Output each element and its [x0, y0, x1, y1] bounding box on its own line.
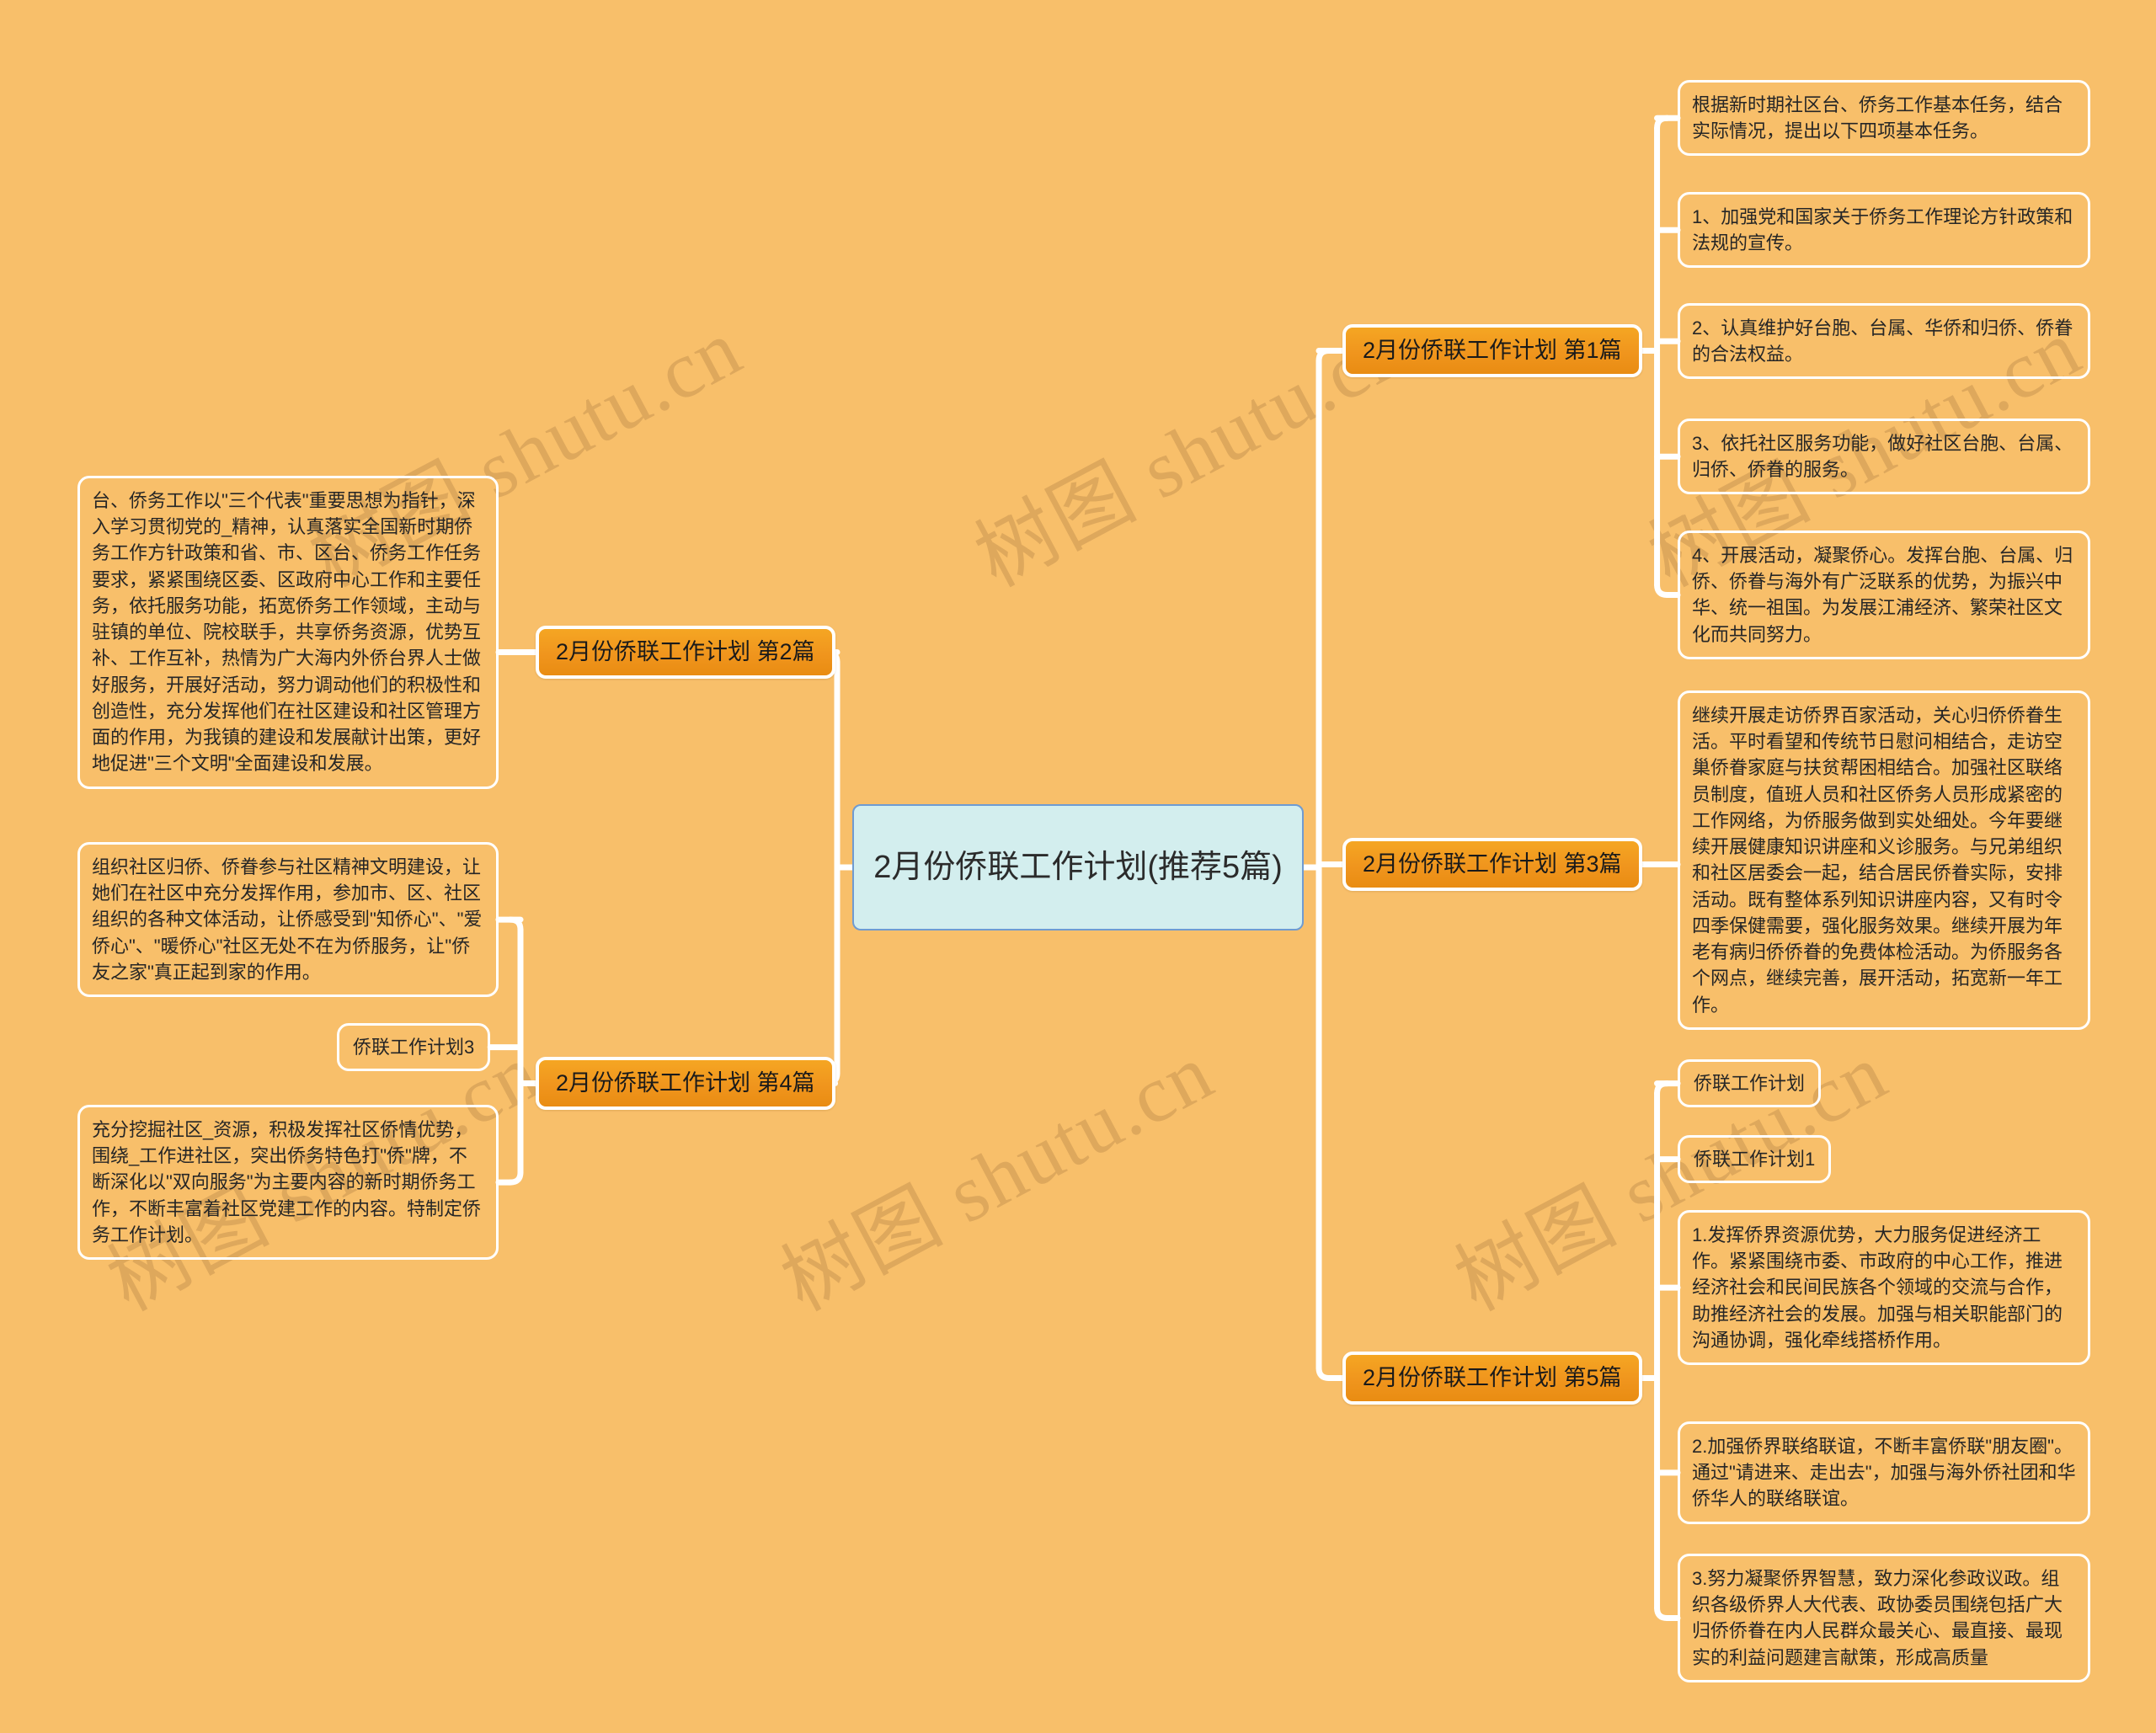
leaf-node[interactable]: 侨联工作计划: [1678, 1059, 1822, 1108]
branch-node-5[interactable]: 2月份侨联工作计划 第5篇: [1342, 1352, 1642, 1405]
leaf-node[interactable]: 组织社区归侨、侨眷参与社区精神文明建设，让她们在社区中充分发挥作用，参加市、区、…: [77, 842, 499, 998]
leaf-node[interactable]: 2、认真维护好台胞、台属、华侨和归侨、侨眷的合法权益。: [1678, 303, 2090, 380]
leaf-node[interactable]: 侨联工作计划3: [337, 1023, 491, 1072]
mindmap-canvas: 树图 shutu.cn 树图 shutu.cn 树图 shutu.cn 树图 s…: [0, 0, 2156, 1733]
root-node[interactable]: 2月份侨联工作计划(推荐5篇): [852, 804, 1304, 930]
branch-label: 2月份侨联工作计划 第2篇: [556, 639, 815, 664]
branch-node-1[interactable]: 2月份侨联工作计划 第1篇: [1342, 324, 1642, 377]
leaf-node[interactable]: 4、开展活动，凝聚侨心。发挥台胞、台属、归侨、侨眷与海外有广泛联系的优势，为振兴…: [1678, 531, 2090, 659]
branch-node-2[interactable]: 2月份侨联工作计划 第2篇: [536, 626, 835, 679]
leaf-node[interactable]: 3.努力凝聚侨界智慧，致力深化参政议政。组织各级侨界人大代表、政协委员围绕包括广…: [1678, 1554, 2090, 1682]
leaf-node[interactable]: 充分挖掘社区_资源，积极发挥社区侨情优势，围绕_工作进社区，突出侨务特色打"侨"…: [77, 1105, 499, 1261]
watermark-text: 树图 shutu.cn: [767, 1026, 1227, 1328]
connector: [1654, 581, 1671, 598]
branch-label: 2月份侨联工作计划 第4篇: [556, 1070, 815, 1096]
connector: [1315, 1365, 1332, 1381]
connector: [1315, 348, 1332, 364]
connector: [507, 916, 524, 933]
branch-label: 2月份侨联工作计划 第3篇: [1363, 851, 1622, 877]
branch-label: 2月份侨联工作计划 第5篇: [1363, 1365, 1622, 1390]
branch-label: 2月份侨联工作计划 第1篇: [1363, 338, 1622, 363]
leaf-node[interactable]: 3、依托社区服务功能，做好社区台胞、台属、归侨、侨眷的服务。: [1678, 419, 2090, 495]
leaf-node[interactable]: 继续开展走访侨界百家活动，关心归侨侨眷生活。平时看望和传统节日慰问相结合，走访空…: [1678, 691, 2090, 1030]
connector: [1654, 1604, 1671, 1621]
leaf-node[interactable]: 台、侨务工作以"三个代表"重要思想为指针，深入学习贯彻党的_精神，认真落实全国新…: [77, 476, 499, 789]
branch-node-4[interactable]: 2月份侨联工作计划 第4篇: [536, 1057, 835, 1110]
leaf-node[interactable]: 1、加强党和国家关于侨务工作理论方针政策和法规的宣传。: [1678, 192, 2090, 269]
connector: [507, 1169, 524, 1186]
leaf-node[interactable]: 1.发挥侨界资源优势，大力服务促进经济工作。紧紧围绕市委、市政府的中心工作，推进…: [1678, 1210, 2090, 1366]
connector: [1654, 115, 1671, 131]
leaf-node[interactable]: 2.加强侨界联络联谊，不断丰富侨联"朋友圈"。通过"请进来、走出去"，加强与海外…: [1678, 1421, 2090, 1524]
leaf-node[interactable]: 侨联工作计划1: [1678, 1135, 1832, 1184]
leaf-node[interactable]: 根据新时期社区台、侨务工作基本任务，结合实际情况，提出以下四项基本任务。: [1678, 80, 2090, 157]
branch-node-3[interactable]: 2月份侨联工作计划 第3篇: [1342, 838, 1642, 891]
connector: [1654, 1080, 1671, 1097]
root-title: 2月份侨联工作计划(推荐5篇): [873, 849, 1283, 885]
